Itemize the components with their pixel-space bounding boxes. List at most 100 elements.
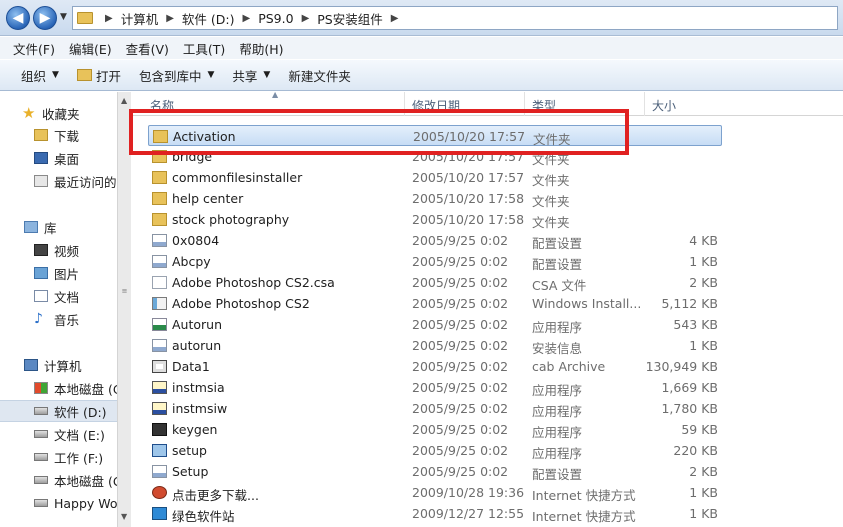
file-type: 配置设置 [532,467,583,482]
sidebar-item-computer[interactable]: 计算机 [0,354,117,376]
chevron-right-icon[interactable]: ▶ [166,13,174,24]
sidebar-item-label: 文档 (E:) [54,427,105,443]
file-name: commonfilesinstaller [172,170,303,185]
file-row[interactable]: Abcpy 2005/9/25 0:02 配置设置 1 KB [132,251,843,272]
sidebar-item-pictures[interactable]: 图片 [0,262,117,284]
folder-icon [152,213,167,226]
breadcrumb[interactable]: ▶ 计算机 ▶ 软件 (D:) ▶ PS9.0 ▶ PS安装组件 ▶ [72,6,838,30]
drive-icon [34,453,48,461]
file-date: 2005/10/20 17:58 [412,191,525,206]
file-name: Data1 [172,359,210,374]
link2-icon [152,507,167,520]
file-row[interactable]: keygen 2005/9/25 0:02 应用程序 59 KB [132,419,843,440]
sidebar-item-downloads[interactable]: 下载 [0,124,117,146]
file-row[interactable]: 绿色软件站 2009/12/27 12:55 Internet 快捷方式 1 KB [132,503,843,524]
scroll-down-icon[interactable]: ▼ [121,512,127,521]
menu-bar: 文件(F) 编辑(E) 查看(V) 工具(T) 帮助(H) [0,37,843,59]
menu-view[interactable]: 查看(V) [119,39,176,58]
file-row[interactable]: stock photography 2005/10/20 17:58 文件夹 [132,209,843,230]
file-row[interactable]: 点击更多下载... 2009/10/28 19:36 Internet 快捷方式 1 … [132,482,843,503]
column-divider[interactable] [644,92,645,116]
chevron-right-icon[interactable]: ▶ [105,13,113,24]
file-size: 5,112 KB [661,296,718,311]
sidebar-item-documents[interactable]: 文档 [0,285,117,307]
file-date: 2005/9/25 0:02 [412,275,509,290]
menu-file[interactable]: 文件(F) [6,39,62,58]
drive-icon [34,407,48,415]
menu-edit[interactable]: 编辑(E) [62,39,119,58]
sidebar-item-drive-g[interactable]: 本地磁盘 (G [0,469,117,491]
new-folder-label: 新建文件夹 [288,68,351,84]
file-row[interactable]: 0x0804 2005/9/25 0:02 配置设置 4 KB [132,230,843,251]
file-name: Setup [172,464,209,479]
sidebar-item-libraries[interactable]: 库 [0,216,117,238]
breadcrumb-item[interactable]: PS安装组件 [317,9,382,28]
back-arrow-icon[interactable]: ◀ [6,6,30,30]
file-row[interactable]: Adobe Photoshop CS2 2005/9/25 0:02 Windows… [132,293,843,314]
sidebar-item-drive-d[interactable]: 软件 (D:) [0,400,117,422]
sidebar-item-drive-f[interactable]: 工作 (F:) [0,446,117,468]
sidebar-item-recent[interactable]: 最近访问的 [0,170,117,192]
chevron-right-icon[interactable]: ▶ [243,13,251,24]
file-icon [152,276,167,289]
cab-icon [152,360,167,373]
file-row[interactable]: commonfilesinstaller 2005/10/20 17:57 文件夹 [132,167,843,188]
organize-button[interactable]: 组织 ▼ [12,63,68,87]
file-row[interactable]: Adobe Photoshop CS2.csa 2005/9/25 0:02 CSA… [132,272,843,293]
file-size: 1 KB [689,338,718,353]
sidebar-item-desktop[interactable]: 桌面 [0,147,117,169]
sidebar-item-favorites[interactable]: ★ 收藏夹 [0,102,117,124]
file-date: 2005/9/25 0:02 [412,359,509,374]
folder-icon [152,171,167,184]
share-button[interactable]: 共享 ▼ [223,63,279,87]
breadcrumb-item[interactable]: PS9.0 [258,11,293,26]
file-name: keygen [172,422,218,437]
sidebar-item-label: 计算机 [44,358,82,374]
msi-icon [152,297,167,310]
include-in-library-button[interactable]: 包含到库中 ▼ [130,63,223,87]
file-row[interactable]: Autorun 2005/9/25 0:02 应用程序 543 KB [132,314,843,335]
open-button[interactable]: 打开 [68,63,130,87]
file-row[interactable]: help center 2005/10/20 17:58 文件夹 [132,188,843,209]
file-type: Windows Install... [532,296,642,311]
breadcrumb-item[interactable]: 软件 (D:) [182,9,235,28]
breadcrumb-item[interactable]: 计算机 [121,9,159,28]
link-icon [152,486,167,499]
file-row[interactable]: instmsiw 2005/9/25 0:02 应用程序 1,780 KB [132,398,843,419]
sidebar-item-drive-e[interactable]: 文档 (E:) [0,423,117,445]
file-row[interactable]: Data1 2005/9/25 0:02 cab Archive 130,949 KB [132,356,843,377]
sidebar-item-videos[interactable]: 视频 [0,239,117,261]
forward-arrow-icon[interactable]: ▶ [33,6,57,30]
file-row[interactable]: setup 2005/9/25 0:02 应用程序 220 KB [132,440,843,461]
file-row[interactable]: instmsia 2005/9/25 0:02 应用程序 1,669 KB [132,377,843,398]
sidebar-item-drive-c[interactable]: 本地磁盘 (C [0,377,117,399]
scroll-up-icon[interactable]: ▲ [121,96,127,105]
file-type: Internet 快捷方式 [532,488,636,503]
chevron-right-icon[interactable]: ▶ [391,13,399,24]
column-size[interactable]: 大小 [652,97,676,114]
file-name: autorun [172,338,222,353]
autorun-icon [152,318,167,331]
file-type: 应用程序 [532,425,583,440]
navigation-pane-scrollbar[interactable]: ▲ ≡ ▼ [117,92,131,527]
menu-help[interactable]: 帮助(H) [232,39,290,58]
drive-icon [34,430,48,438]
chevron-right-icon[interactable]: ▶ [302,13,310,24]
file-row[interactable]: Setup 2005/9/25 0:02 配置设置 2 KB [132,461,843,482]
file-date: 2005/9/25 0:02 [412,317,509,332]
menu-tools[interactable]: 工具(T) [176,39,232,58]
file-size: 1,780 KB [661,401,718,416]
sidebar-item-drive-h[interactable]: Happy Wo [0,492,117,514]
file-type: 应用程序 [532,383,583,398]
library-icon [24,221,38,233]
recent-pages-dropdown-icon[interactable]: ▼ [60,12,67,22]
file-date: 2005/9/25 0:02 [412,233,509,248]
sidebar-item-music[interactable]: ♪ 音乐 [0,308,117,330]
file-type: Internet 快捷方式 [532,509,636,524]
file-row[interactable]: autorun 2005/9/25 0:02 安装信息 1 KB [132,335,843,356]
ini-icon [152,255,167,268]
new-folder-button[interactable]: 新建文件夹 [279,63,360,87]
chevron-down-icon: ▼ [52,70,59,80]
scroll-thumb-grip-icon[interactable]: ≡ [121,288,128,300]
command-bar: 组织 ▼ 打开 包含到库中 ▼ 共享 ▼ 新建文件夹 [0,59,843,91]
